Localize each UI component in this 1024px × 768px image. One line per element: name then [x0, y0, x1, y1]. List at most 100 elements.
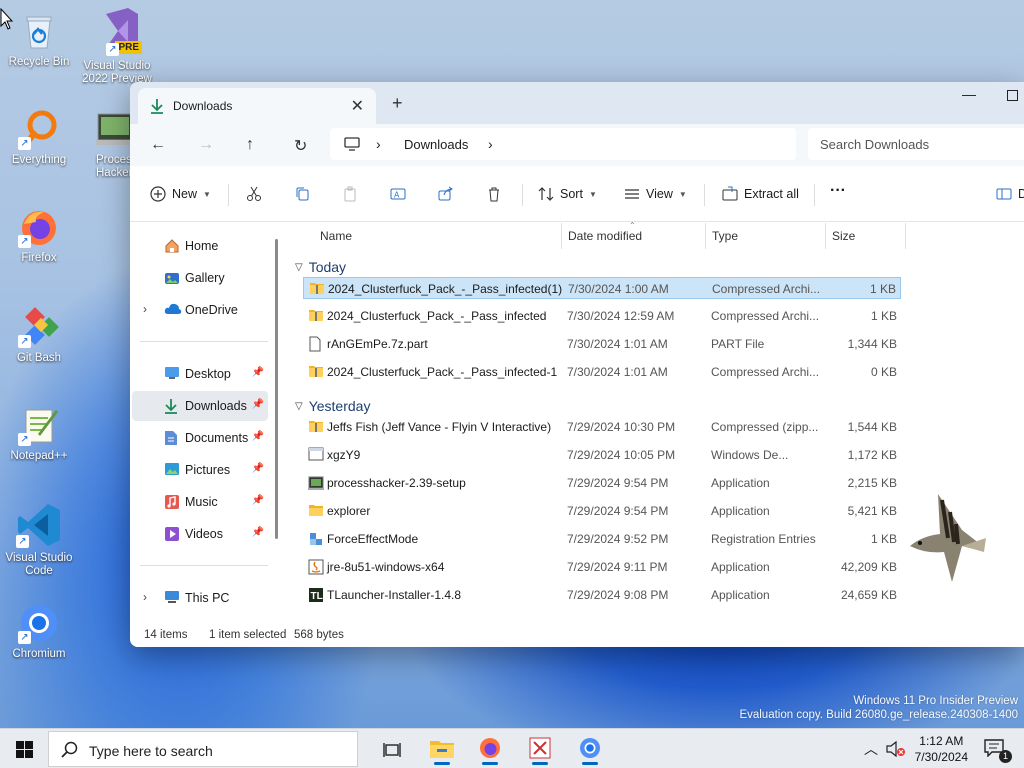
extract-all-button[interactable]: Extract all [722, 186, 799, 202]
up-arrow-icon[interactable]: ↑ [246, 136, 254, 154]
pin-icon[interactable]: 📌 [252, 399, 264, 410]
pin-icon[interactable]: 📌 [252, 431, 264, 442]
file-type: Application [711, 504, 770, 518]
more-options-button[interactable]: ··· [830, 182, 846, 200]
java-installer-icon [308, 559, 324, 578]
taskbar-search-box[interactable]: Type here to search [48, 731, 358, 767]
column-header-size[interactable]: Size [832, 229, 855, 243]
column-header-type[interactable]: Type [712, 229, 738, 243]
new-tab-button[interactable]: + [392, 93, 403, 114]
table-row[interactable]: rAnGEmPe.7z.part 7/30/2024 1:01 AM PART Fi… [303, 333, 901, 355]
sidebar-item-desktop[interactable]: Desktop 📌 [132, 359, 268, 389]
sidebar-scrollbar[interactable] [275, 239, 278, 539]
pin-icon[interactable]: 📌 [252, 495, 264, 506]
chevron-right-icon[interactable]: › [143, 302, 147, 316]
desktop-icon-label: Everything [11, 154, 67, 166]
column-header-name[interactable]: Name [320, 229, 352, 243]
sidebar-item-this-pc[interactable]: › This PC [132, 583, 268, 613]
paste-icon[interactable] [342, 186, 358, 202]
rename-icon[interactable]: A [390, 186, 406, 202]
desktop-icon-vscode[interactable]: ↗ Visual Studio Code [0, 502, 78, 578]
sort-button[interactable]: Sort ▼ [538, 186, 597, 202]
desktop-icon-process-hacker[interactable]: Process Hacker [82, 108, 132, 180]
divider [814, 184, 815, 206]
taskbar-process-hacker[interactable] [520, 733, 560, 765]
table-row[interactable]: processhacker-2.39-setup 7/29/2024 9:54 P… [303, 472, 901, 494]
column-header-date-modified[interactable]: Date modified [568, 229, 642, 243]
table-row[interactable]: jre-8u51-windows-x64 7/29/2024 9:11 PM App… [303, 556, 901, 578]
table-row[interactable]: ForceEffectMode 7/29/2024 9:52 PM Registra… [303, 528, 901, 550]
pin-icon[interactable]: 📌 [252, 527, 264, 538]
file-size: 1,172 KB [847, 448, 897, 462]
desktop-icon-visual-studio[interactable]: PRE ↗ Visual Studio 2022 Preview [78, 6, 156, 86]
extract-icon [722, 186, 738, 201]
table-row[interactable]: 2024_Clusterfuck_Pack_-_Pass_infected 7/3… [303, 305, 901, 327]
zip-folder-icon [308, 364, 324, 381]
search-input[interactable] [808, 128, 1024, 160]
sidebar-item-downloads[interactable]: Downloads 📌 [132, 391, 268, 421]
desktop-icon-firefox[interactable]: ↗ Firefox [0, 206, 78, 265]
table-row[interactable]: TL TLauncher-Installer-1.4.8 7/29/2024 9:0… [303, 584, 901, 606]
table-row[interactable]: Jeffs Fish (Jeff Vance - Flyin V Interac… [303, 416, 901, 438]
group-header-yesterday[interactable]: ▽ Yesterday [295, 398, 370, 414]
file-icon [308, 336, 322, 355]
forward-arrow-icon[interactable]: → [198, 136, 214, 154]
table-row[interactable]: explorer 7/29/2024 9:54 PM Application 5,42… [303, 500, 901, 522]
desktop-icon-notepad-plus-plus[interactable]: ↗ Notepad++ [0, 404, 78, 463]
desktop-icon [165, 367, 179, 379]
sidebar-item-documents[interactable]: Documents 📌 [132, 423, 268, 453]
search-box[interactable] [808, 128, 1024, 160]
table-row[interactable]: xgzY9 7/29/2024 10:05 PM Windows De... 1,17… [303, 444, 901, 466]
tab-downloads[interactable]: Downloads ✕ [138, 88, 376, 124]
pin-icon[interactable]: 📌 [252, 463, 264, 474]
sidebar-item-music[interactable]: Music 📌 [132, 487, 268, 517]
taskbar-chromium[interactable] [570, 733, 610, 765]
view-button[interactable]: View ▼ [624, 186, 687, 202]
speaker-muted-icon[interactable] [886, 741, 906, 757]
delete-icon[interactable] [486, 186, 502, 202]
desktop-icon-everything[interactable]: ↗ Everything [0, 108, 78, 167]
share-icon[interactable] [438, 186, 454, 202]
pin-icon[interactable]: 📌 [252, 367, 264, 378]
notification-center-button[interactable]: 1 [984, 739, 1012, 763]
group-header-today[interactable]: ▽ Today [295, 259, 346, 275]
close-tab-icon[interactable]: ✕ [351, 96, 364, 116]
back-arrow-icon[interactable]: ← [150, 136, 166, 154]
desktop-icon-chromium[interactable]: ↗ Chromium [0, 602, 78, 661]
new-button[interactable]: New ▼ [150, 186, 211, 202]
refresh-icon[interactable]: ↻ [294, 136, 307, 156]
windows-start-icon[interactable] [16, 741, 33, 758]
taskbar-file-explorer[interactable] [422, 733, 462, 765]
desktop-icon-git-bash[interactable]: ↗ Git Bash [0, 306, 78, 365]
item-count: 14 items [144, 629, 188, 641]
minimize-button[interactable]: — [962, 86, 976, 102]
chevron-up-icon[interactable]: ︿ [864, 739, 878, 759]
desktop-icon-label: Notepad++ [10, 450, 68, 462]
sidebar-item-home[interactable]: Home [132, 231, 268, 261]
command-bar: New ▼ A Sort ▼ View ▼ Extract all ··· D [130, 166, 1024, 222]
breadcrumb-chevron-icon[interactable]: › [488, 136, 493, 152]
plus-circle-icon [150, 186, 166, 202]
chevron-right-icon[interactable]: › [143, 590, 147, 604]
file-name: xgzY9 [327, 448, 361, 462]
address-bar[interactable]: › Downloads › [330, 128, 796, 160]
table-row[interactable]: 2024_Clusterfuck_Pack_-_Pass_infected-1 7… [303, 361, 901, 383]
active-indicator [434, 762, 450, 765]
mouse-cursor-icon [0, 8, 14, 30]
sidebar-item-gallery[interactable]: Gallery [132, 263, 268, 293]
file-size: 1 KB [870, 532, 897, 546]
sidebar-item-pictures[interactable]: Pictures 📌 [132, 455, 268, 485]
cut-icon[interactable] [246, 186, 262, 202]
sidebar-item-videos[interactable]: Videos 📌 [132, 519, 268, 549]
maximize-button[interactable] [1007, 90, 1018, 101]
breadcrumb-chevron-icon[interactable]: › [376, 136, 381, 152]
breadcrumb-downloads[interactable]: Downloads [404, 137, 468, 152]
sidebar-item-onedrive[interactable]: › OneDrive [132, 295, 268, 325]
details-pane-button[interactable]: D [996, 186, 1024, 202]
file-size: 5,421 KB [847, 504, 897, 518]
table-row[interactable]: 2024_Clusterfuck_Pack_-_Pass_infected(1)… [303, 277, 901, 299]
copy-icon[interactable] [294, 186, 310, 202]
taskbar-firefox[interactable] [470, 733, 510, 765]
taskbar-clock[interactable]: 1:12 AM 7/30/2024 [915, 733, 968, 765]
task-view-button[interactable] [372, 733, 412, 765]
